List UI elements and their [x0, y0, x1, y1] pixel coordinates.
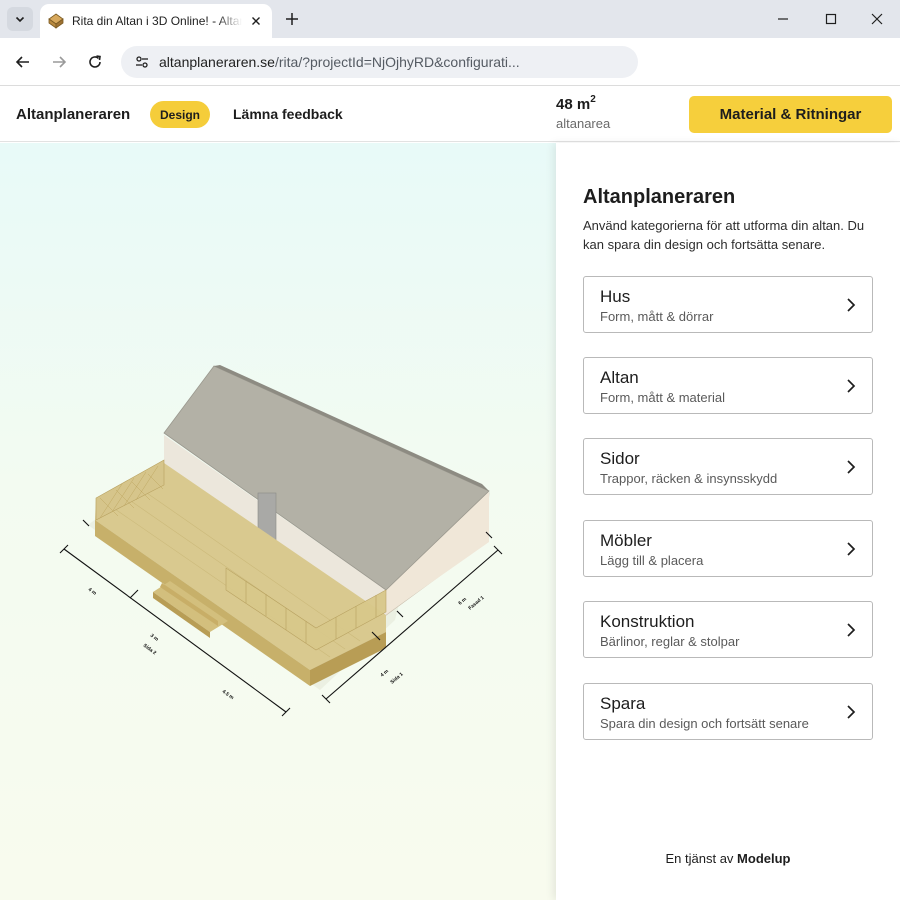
dimension-label: Sida 1	[389, 671, 404, 685]
card-subtitle: Spara din design och fortsätt senare	[600, 716, 809, 731]
card-title: Sidor	[600, 449, 640, 468]
chevron-right-icon	[847, 623, 856, 637]
card-subtitle: Trappor, räcken & insynsskydd	[600, 471, 778, 486]
category-card-spara[interactable]: Spara Spara din design och fortsätt sena…	[583, 683, 873, 740]
chevron-right-icon	[847, 705, 856, 719]
panel-title: Altanplaneraren	[583, 186, 736, 208]
forward-button[interactable]	[46, 49, 72, 75]
url-path: /rita/?projectId=NjOjhyRD&configurati...	[274, 54, 520, 70]
close-icon	[252, 17, 260, 25]
close-window-button[interactable]	[864, 6, 890, 32]
site-settings-icon[interactable]	[133, 53, 151, 71]
chevron-right-icon	[847, 542, 856, 556]
back-button[interactable]	[10, 49, 36, 75]
url-host: altanplaneraren.se	[159, 54, 275, 70]
card-subtitle: Lägg till & placera	[600, 553, 704, 568]
modelup-link[interactable]: Modelup	[737, 851, 790, 866]
arrow-right-icon	[53, 56, 67, 68]
plus-icon	[286, 13, 298, 25]
app-header: Altanplaneraren Design Lämna feedback 48…	[0, 87, 900, 142]
chevron-right-icon	[847, 460, 856, 474]
tab-close-button[interactable]	[248, 13, 264, 29]
dimension-label: 4 m	[87, 587, 98, 597]
category-card-mobler[interactable]: Möbler Lägg till & placera	[583, 520, 873, 577]
card-subtitle: Bärlinor, reglar & stolpar	[600, 634, 740, 649]
card-title: Konstruktion	[600, 612, 695, 631]
card-subtitle: Form, mått & material	[600, 390, 725, 405]
arrow-left-icon	[15, 56, 29, 68]
card-title: Altan	[600, 368, 639, 387]
tab-search-button[interactable]	[7, 7, 33, 31]
dimension-label: Sida 2	[142, 643, 158, 657]
card-title: Spara	[600, 694, 646, 713]
deck-area-number: 48 m	[556, 96, 591, 113]
design-mode-badge[interactable]: Design	[150, 101, 211, 128]
tune-icon	[136, 56, 148, 68]
panel-footer: En tjänst av Modelup	[556, 851, 900, 866]
new-tab-button[interactable]	[282, 9, 302, 29]
feedback-link[interactable]: Lämna feedback	[233, 106, 343, 122]
dimension-label: 4 m	[379, 668, 390, 678]
category-card-konstruktion[interactable]: Konstruktion Bärlinor, reglar & stolpar	[583, 601, 873, 658]
minimize-window-button[interactable]	[770, 6, 796, 32]
card-subtitle: Form, mått & dörrar	[600, 309, 714, 324]
browser-toolbar: altanplaneraren.se/rita/?projectId=NjOjh…	[0, 38, 900, 86]
panel-description: Använd kategorierna för att utforma din …	[583, 218, 865, 252]
card-title: Möbler	[600, 531, 652, 550]
materials-drawings-button[interactable]: Material & Ritningar	[689, 96, 892, 133]
minimize-icon	[778, 18, 788, 20]
3d-viewport[interactable]: 4 m 3 m Sida 2 4.5 m 4 m Sida 1 6 m Fasa…	[0, 143, 556, 900]
category-card-hus[interactable]: Hus Form, mått & dörrar	[583, 276, 873, 333]
category-card-sidor[interactable]: Sidor Trappor, räcken & insynsskydd	[583, 438, 873, 495]
chevron-right-icon	[847, 298, 856, 312]
tab-title: Rita din Altan i 3D Online! - Altanplane…	[72, 14, 242, 28]
dimension-label: 4.5 m	[221, 689, 235, 702]
footer-prefix: En tjänst av	[665, 851, 738, 866]
dimension-label: 3 m	[149, 633, 160, 643]
category-card-altan[interactable]: Altan Form, mått & material	[583, 357, 873, 414]
card-title: Hus	[600, 287, 631, 306]
dimension-label: 6 m	[457, 596, 468, 606]
chevron-right-icon	[847, 379, 856, 393]
browser-tab-active[interactable]: Rita din Altan i 3D Online! - Altanplane…	[40, 4, 272, 38]
close-icon	[871, 13, 883, 25]
deck-area-value: 48 m2	[556, 94, 596, 113]
dimension-label: Fasad 1	[467, 595, 485, 612]
chevron-down-icon	[15, 16, 25, 23]
maximize-icon	[825, 13, 837, 25]
house-deck-3d-model[interactable]: 4 m 3 m Sida 2 4.5 m 4 m Sida 1 6 m Fasa…	[0, 143, 556, 900]
address-bar[interactable]: altanplaneraren.se/rita/?projectId=NjOjh…	[121, 46, 638, 78]
maximize-window-button[interactable]	[818, 6, 844, 32]
browser-tabstrip: Rita din Altan i 3D Online! - Altanplane…	[0, 0, 900, 38]
altanplaneraren-favicon-icon	[48, 13, 64, 29]
app-brand[interactable]: Altanplaneraren	[16, 106, 130, 123]
reload-icon	[89, 55, 101, 68]
deck-area-label: altanarea	[556, 116, 611, 131]
deck-area-unit-exponent: 2	[590, 94, 596, 105]
design-side-panel: Altanplaneraren Använd kategorierna för …	[556, 143, 900, 900]
url-text: altanplaneraren.se/rita/?projectId=NjOjh…	[159, 54, 520, 70]
reload-button[interactable]	[82, 49, 108, 75]
